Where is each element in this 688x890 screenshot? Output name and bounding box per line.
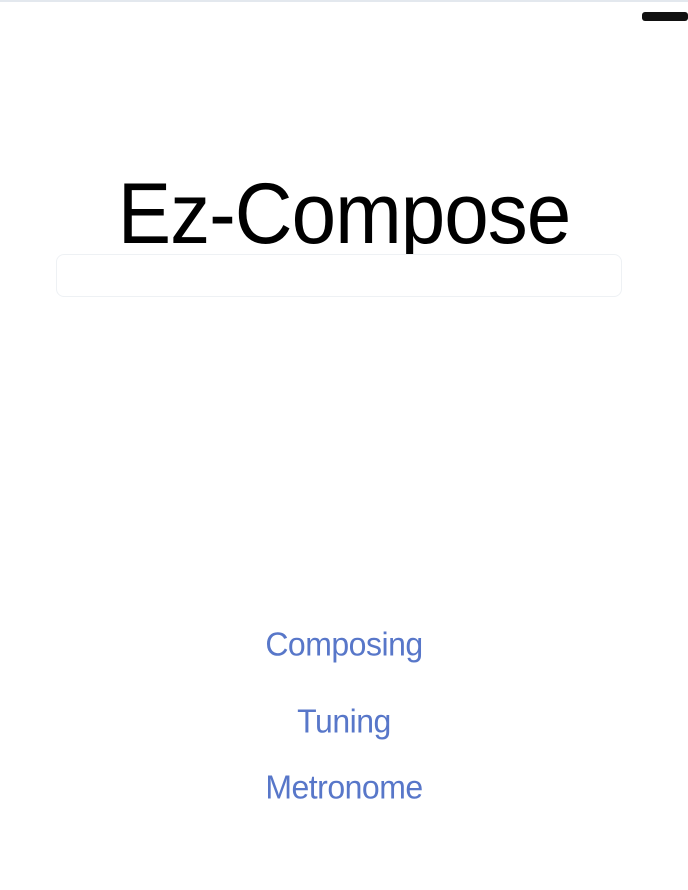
menu-item-tuning: Tuning — [0, 701, 688, 741]
battery-icon — [642, 12, 688, 21]
text-field[interactable] — [56, 254, 622, 297]
app-title: Ez-Compose — [117, 165, 571, 262]
tuning-button[interactable]: Tuning — [297, 700, 391, 742]
menu-item-composing: Composing — [0, 624, 688, 664]
menu-item-metronome: Metronome — [0, 767, 688, 807]
composing-button[interactable]: Composing — [265, 623, 423, 665]
top-border — [0, 0, 688, 2]
metronome-button[interactable]: Metronome — [265, 766, 423, 808]
